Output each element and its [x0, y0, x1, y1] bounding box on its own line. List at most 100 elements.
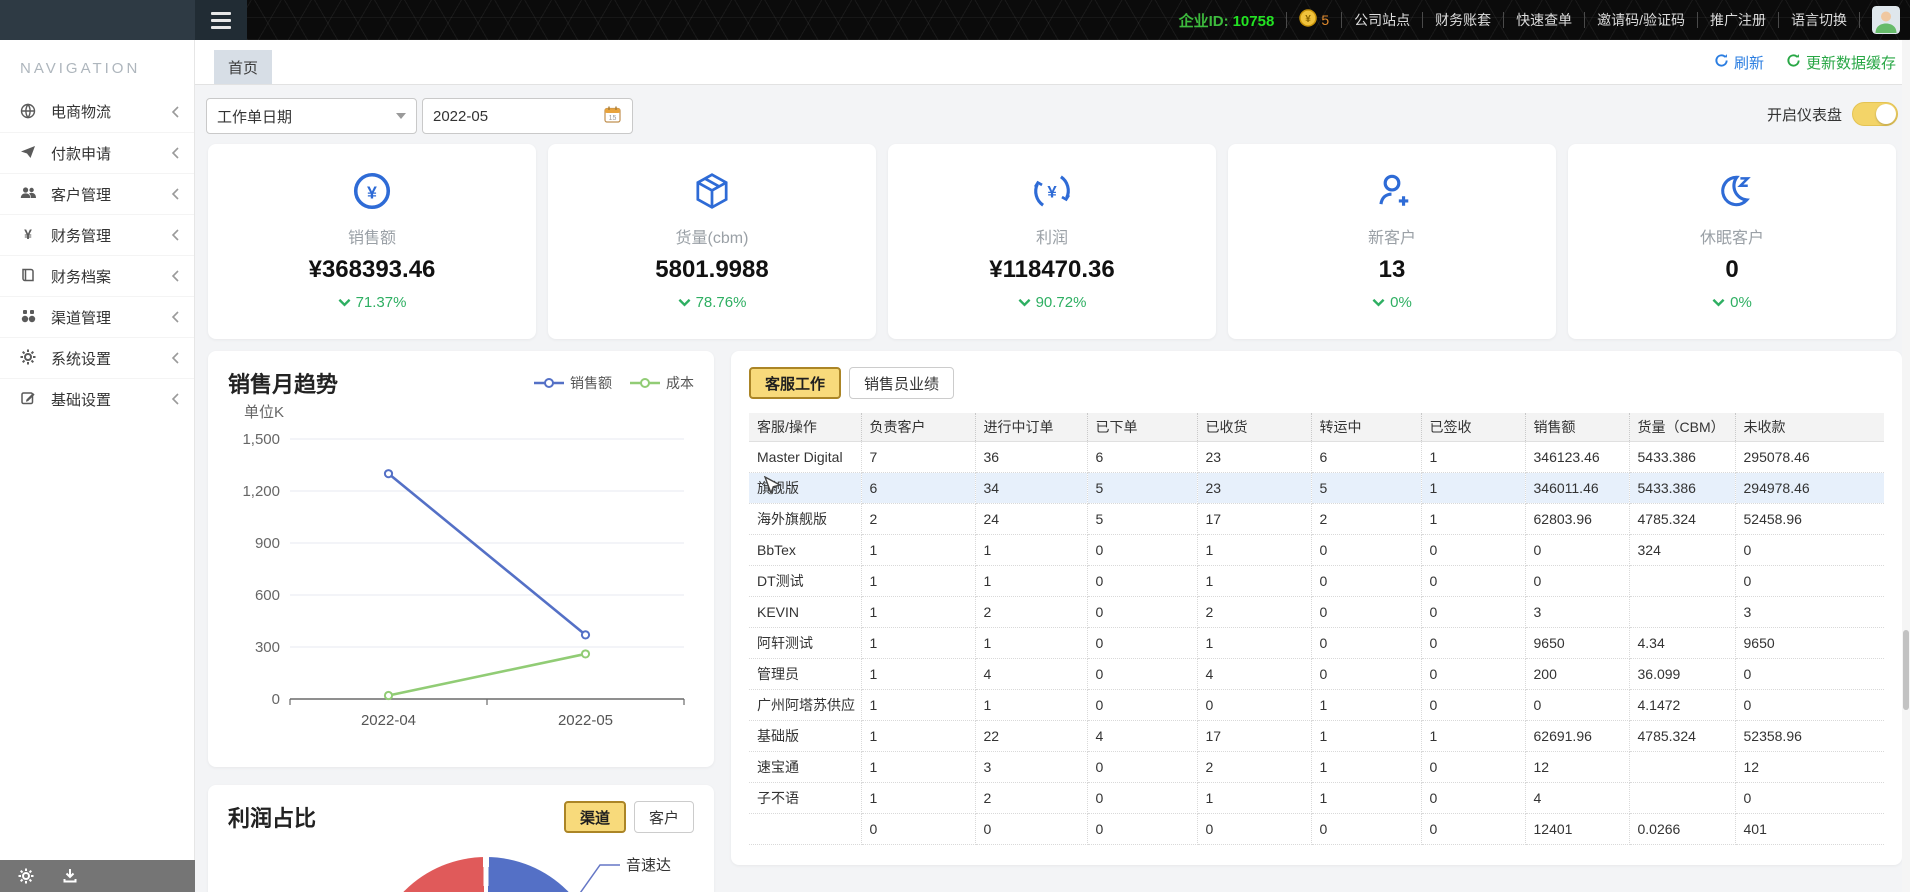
table-row[interactable]: 管理员14040020036.0990 — [749, 659, 1884, 690]
table-cell: 12401 — [1525, 814, 1629, 845]
table-cell: 5 — [1087, 473, 1197, 504]
table-cell: 4 — [975, 659, 1087, 690]
topbar-menu-item[interactable]: 推广注册 — [1710, 10, 1766, 30]
table-cell: 346011.46 — [1525, 473, 1629, 504]
topbar-menu-item[interactable]: 公司站点 — [1354, 10, 1410, 30]
date-input[interactable]: 2022-05 15 — [422, 98, 633, 134]
table-row[interactable]: 000000124010.0266401 — [749, 814, 1884, 845]
update-cache-button[interactable]: 更新数据缓存 — [1786, 52, 1896, 73]
legend-label: 销售额 — [570, 373, 612, 393]
table-cell: 4 — [1197, 659, 1311, 690]
table-row[interactable]: 广州阿塔苏供应11001004.14720 — [749, 690, 1884, 721]
table-row[interactable]: Master Digital73662361346123.465433.3862… — [749, 442, 1884, 473]
topbar-menu-item[interactable]: 邀请码/验证码 — [1597, 10, 1685, 30]
table-cell: 0 — [1311, 628, 1421, 659]
legend-item[interactable]: 销售额 — [534, 373, 612, 393]
table-cell: 0 — [1311, 566, 1421, 597]
chevron-down-green-icon — [1018, 298, 1031, 307]
table-cell: 0 — [1421, 783, 1525, 814]
settings-gear-icon[interactable] — [18, 868, 34, 884]
topbar-menu-item[interactable]: 语言切换 — [1791, 10, 1847, 30]
table-row[interactable]: 旗舰版63452351346011.465433.386294978.46 — [749, 473, 1884, 504]
dashboard-toggle[interactable] — [1852, 102, 1898, 126]
chevron-left-icon — [171, 352, 180, 364]
table-cell: 2 — [1311, 504, 1421, 535]
table-row[interactable]: 子不语12011040 — [749, 783, 1884, 814]
table-cell: 海外旗舰版 — [749, 504, 861, 535]
sidebar-item-book[interactable]: 财务档案 — [0, 255, 194, 296]
pie-tab-active[interactable]: 渠道 — [564, 801, 626, 833]
table-cell: 0 — [1087, 628, 1197, 659]
table-cell: 2 — [975, 783, 1087, 814]
table-cell: 6 — [861, 473, 975, 504]
sidebar-item-payment[interactable]: 付款申请 — [0, 132, 194, 173]
date-type-select[interactable]: 工作单日期 — [206, 98, 417, 134]
chevron-down-green-icon — [1372, 298, 1385, 307]
table-cell: 0 — [1311, 659, 1421, 690]
table-header-row: 客服/操作负责客户进行中订单已下单已收货转运中已签收销售额货量（CBM）未收款 — [749, 413, 1884, 442]
notification-coin[interactable]: ¥ 5 — [1299, 9, 1329, 32]
svg-text:单位K: 单位K — [244, 404, 284, 421]
table-cell: 4.1472 — [1629, 690, 1735, 721]
table-cell: 1 — [861, 783, 975, 814]
table-row[interactable]: 速宝通1302101212 — [749, 752, 1884, 783]
table-cell: 0 — [1311, 597, 1421, 628]
stat-card: ¥利润¥118470.3690.72% — [888, 144, 1216, 339]
sidebar-item-label: 财务管理 — [51, 225, 171, 246]
table-cell: 1 — [1421, 473, 1525, 504]
topbar-menu-item[interactable]: 财务账套 — [1435, 10, 1491, 30]
table-row[interactable]: 阿轩测试11010096504.349650 — [749, 628, 1884, 659]
yen-icon: ¥ — [20, 226, 38, 244]
sidebar-item-users[interactable]: 客户管理 — [0, 173, 194, 214]
avatar[interactable] — [1872, 6, 1900, 34]
table-cell: 7 — [861, 442, 975, 473]
table-cell: 1 — [1197, 628, 1311, 659]
stat-card-trend: 0% — [1712, 294, 1752, 311]
refresh-button[interactable]: 刷新 — [1714, 52, 1764, 73]
divider — [1697, 12, 1698, 28]
sidebar-item-channel[interactable]: 渠道管理 — [0, 296, 194, 337]
legend-item[interactable]: 成本 — [630, 373, 694, 393]
table-tab[interactable]: 客服工作 — [749, 367, 841, 399]
sidebar-item-edit[interactable]: 基础设置 — [0, 378, 194, 419]
company-id-label: 企业ID: — [1179, 13, 1229, 30]
scrollbar-thumb[interactable] — [1903, 630, 1909, 710]
column-header: 客服/操作 — [749, 413, 861, 442]
sidebar-item-yen[interactable]: ¥ 财务管理 — [0, 214, 194, 255]
pie-title: 利润占比 — [228, 801, 316, 833]
column-header: 未收款 — [1735, 413, 1884, 442]
table-cell: Master Digital — [749, 442, 861, 473]
page-scrollbar — [1902, 40, 1910, 892]
column-header: 已签收 — [1421, 413, 1525, 442]
chevron-down-green-icon — [1712, 298, 1725, 307]
topbar-menu-item[interactable]: 快速查单 — [1516, 10, 1572, 30]
table-row[interactable]: DT测试11010000 — [749, 566, 1884, 597]
table-cell: 0 — [1421, 566, 1525, 597]
table-cell: 1 — [1311, 783, 1421, 814]
table-cell: 0 — [1421, 690, 1525, 721]
table-cell: 0 — [1087, 659, 1197, 690]
hamburger-menu-icon[interactable] — [195, 0, 247, 40]
table-row[interactable]: 海外旗舰版2245172162803.964785.32452458.96 — [749, 504, 1884, 535]
table-cell — [749, 814, 861, 845]
pie-tab-inactive[interactable]: 客户 — [634, 801, 694, 833]
pie-card-head: 利润占比 渠道客户 — [228, 801, 694, 833]
svg-text:1,200: 1,200 — [242, 483, 280, 500]
stat-card-label: 利润 — [1036, 224, 1068, 248]
right-column: 客服工作销售员业绩 客服/操作负责客户进行中订单已下单已收货转运中已签收销售额货… — [731, 351, 1902, 865]
download-icon[interactable] — [62, 868, 78, 884]
work-table: 客服/操作负责客户进行中订单已下单已收货转运中已签收销售额货量（CBM）未收款 … — [749, 413, 1884, 845]
table-row[interactable]: BbTex11010003240 — [749, 535, 1884, 566]
sidebar-item-gear[interactable]: 系统设置 — [0, 337, 194, 378]
table-cell: 0 — [1311, 535, 1421, 566]
chevron-left-icon — [171, 311, 180, 323]
sidebar-item-label: 渠道管理 — [51, 307, 171, 328]
stat-card-trend: 0% — [1372, 294, 1412, 311]
table-tab[interactable]: 销售员业绩 — [849, 367, 954, 399]
table-cell: 0 — [1421, 597, 1525, 628]
table-row[interactable]: 基础版1224171162691.964785.32452358.96 — [749, 721, 1884, 752]
sidebar-item-globe[interactable]: 电商物流 — [0, 91, 194, 132]
table-row[interactable]: KEVIN12020033 — [749, 597, 1884, 628]
tab-home[interactable]: 首页 — [214, 50, 272, 84]
table-cell: 0 — [1087, 783, 1197, 814]
